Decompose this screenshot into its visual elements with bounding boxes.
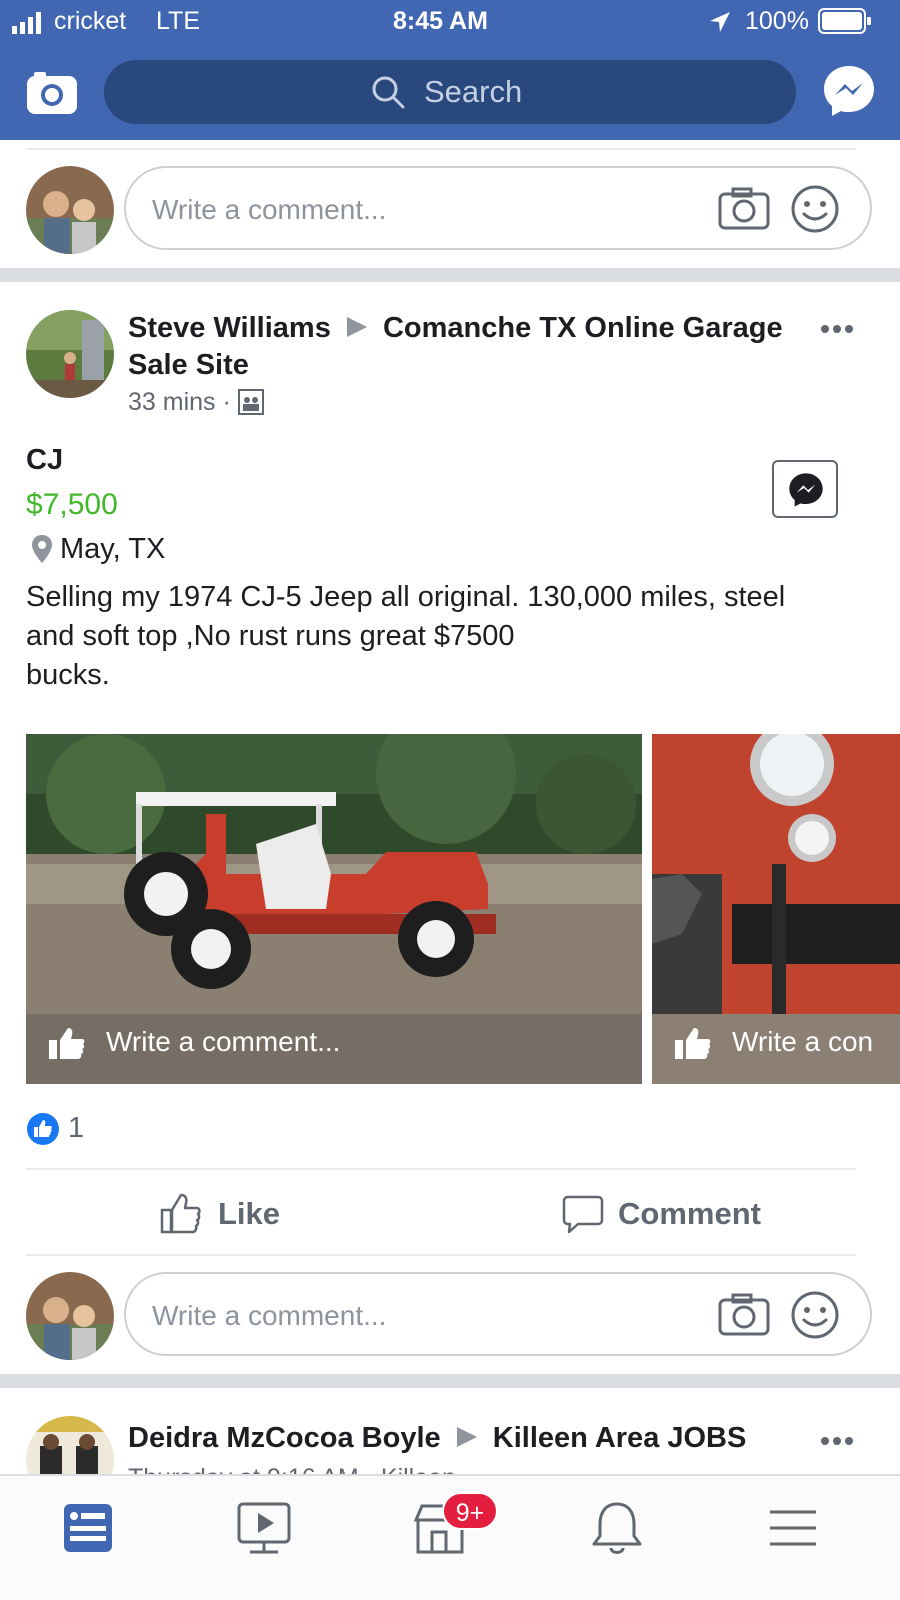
meta-separator: · (222, 388, 238, 416)
camera-icon[interactable] (718, 186, 770, 232)
arrow-right-icon (456, 1427, 477, 1447)
more-options-button[interactable] (820, 322, 854, 340)
feed-separator (0, 1374, 900, 1388)
comment-placeholder: Write a comment... (152, 194, 387, 225)
post-header: Steve Williams Comanche TX Online Garage… (128, 310, 808, 384)
messenger-icon[interactable] (822, 64, 876, 118)
clock: 8:45 AM (393, 7, 488, 35)
like-icon[interactable] (674, 1026, 712, 1060)
photo-comment-overlay[interactable]: Write a con (732, 1026, 873, 1058)
camera-icon[interactable] (26, 70, 78, 116)
like-label: Like (218, 1196, 281, 1231)
emoji-icon[interactable] (790, 1290, 840, 1340)
listing-photo-2[interactable]: Write a con (652, 734, 900, 1084)
post-time[interactable]: 33 mins (128, 388, 216, 416)
more-icon (821, 1437, 853, 1445)
author-avatar[interactable] (26, 1416, 114, 1474)
like-reaction-icon[interactable] (26, 1112, 60, 1146)
menu-icon[interactable] (758, 1496, 828, 1566)
next-post-preview: Deidra MzCocoa Boyle Killeen Area JOBS T… (0, 1388, 900, 1474)
comment-icon (562, 1195, 604, 1234)
divider (26, 148, 856, 150)
comment-composer[interactable]: Write a comment... (124, 1272, 872, 1356)
search-input[interactable]: Search (104, 60, 796, 124)
listing-photo-1[interactable]: Write a comment... (26, 734, 642, 1084)
user-avatar (26, 1272, 114, 1360)
camera-icon[interactable] (718, 1292, 770, 1338)
more-icon (821, 325, 853, 333)
listing-price: $7,500 (26, 488, 118, 521)
comment-button[interactable]: Comment (562, 1190, 782, 1240)
description-line: bucks. (26, 659, 110, 691)
comment-composer[interactable]: Write a comment... (124, 166, 872, 250)
location-arrow-icon (710, 12, 730, 32)
description-line: Selling my 1974 CJ-5 Jeep all original. … (26, 581, 786, 613)
battery-icon (818, 8, 871, 34)
comment-label: Comment (618, 1196, 761, 1231)
news-feed-icon[interactable] (54, 1496, 124, 1566)
location-pin-icon (32, 535, 52, 563)
divider (26, 1168, 856, 1170)
bottom-tab-bar: 9+ (0, 1474, 900, 1600)
post-meta: 33 mins · (128, 388, 264, 417)
group-privacy-icon (237, 389, 264, 415)
notification-badge: 9+ (442, 1492, 498, 1530)
more-options-button[interactable] (820, 1434, 854, 1452)
listing-description: Selling my 1974 CJ-5 Jeep all original. … (26, 578, 866, 695)
author-avatar[interactable] (26, 310, 114, 398)
battery-percent: 100% (745, 7, 809, 35)
listing-title: CJ (26, 444, 64, 476)
divider (26, 1254, 856, 1256)
post-meta: Thursday at 9:16 AM · Killeen · (128, 1464, 471, 1474)
search-icon (372, 76, 405, 109)
like-button[interactable]: Like (160, 1190, 360, 1240)
author-name[interactable]: Steve Williams (128, 312, 331, 344)
description-line: and soft top ,No rust runs great $7500 (26, 620, 515, 652)
post-header: Deidra MzCocoa Boyle Killeen Area JOBS (128, 1422, 746, 1455)
like-count[interactable]: 1 (68, 1112, 84, 1145)
like-icon[interactable] (48, 1026, 86, 1060)
search-placeholder: Search (424, 74, 523, 109)
messenger-icon (789, 473, 823, 507)
status-bar: cricket LTE 8:45 AM 100% (0, 0, 900, 44)
emoji-icon[interactable] (790, 184, 840, 234)
feed-separator (0, 268, 900, 282)
watch-icon[interactable] (230, 1496, 300, 1566)
author-name[interactable]: Deidra MzCocoa Boyle (128, 1422, 441, 1454)
comment-placeholder: Write a comment... (152, 1300, 387, 1331)
network-label: LTE (156, 7, 200, 35)
photo-comment-overlay[interactable]: Write a comment... (106, 1026, 340, 1058)
group-name[interactable]: Killeen Area JOBS (493, 1422, 747, 1454)
arrow-right-icon (346, 317, 367, 337)
thumbs-up-icon (160, 1193, 201, 1234)
user-avatar (26, 166, 114, 254)
notifications-icon[interactable] (582, 1496, 652, 1566)
listing-location: May, TX (60, 533, 166, 565)
message-seller-button[interactable] (772, 460, 838, 518)
signal-icon (12, 12, 41, 34)
carrier-label: cricket (54, 7, 127, 35)
